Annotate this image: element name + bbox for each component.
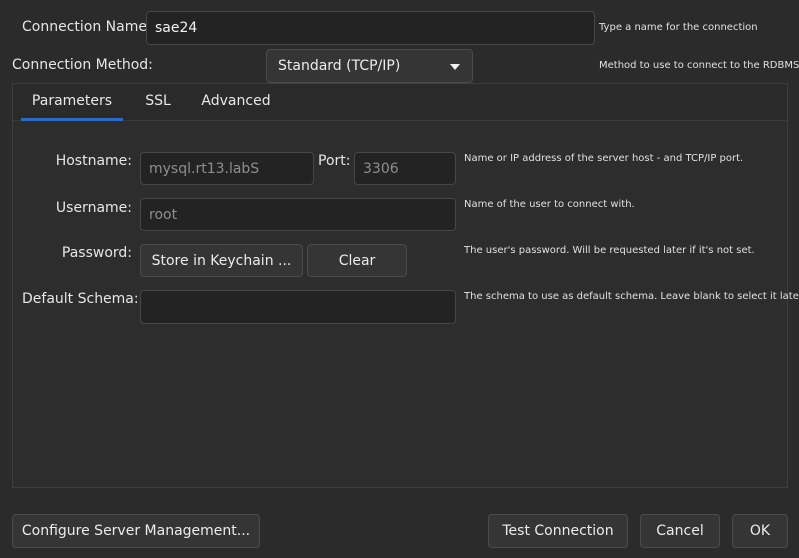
chevron-down-icon	[450, 64, 460, 70]
password-hint: The user's password. Will be requested l…	[464, 245, 755, 256]
hostname-hint: Name or IP address of the server host - …	[464, 153, 744, 164]
hostname-input[interactable]: mysql.rt13.labS	[140, 152, 314, 185]
port-label: Port:	[318, 153, 351, 169]
default-schema-input[interactable]	[140, 290, 456, 324]
hostname-label: Hostname:	[55, 153, 132, 169]
store-in-keychain-button[interactable]: Store in Keychain ...	[140, 244, 303, 277]
connection-method-hint: Method to use to connect to the RDBMS	[599, 60, 799, 71]
connection-method-label: Connection Method:	[12, 57, 153, 73]
tab-ssl[interactable]: SSL	[136, 84, 180, 118]
connection-name-input[interactable]: sae24	[146, 11, 595, 45]
parameters-panel	[12, 83, 788, 488]
default-schema-hint: The schema to use as default schema. Lea…	[464, 291, 799, 302]
connection-name-label: Connection Name:	[22, 19, 152, 35]
clear-password-button[interactable]: Clear	[307, 244, 407, 277]
connection-method-value: Standard (TCP/IP)	[278, 58, 401, 74]
username-input[interactable]: root	[140, 198, 456, 231]
configure-server-management-button[interactable]: Configure Server Management...	[12, 514, 260, 548]
connection-method-select[interactable]: Standard (TCP/IP)	[266, 49, 473, 83]
username-label: Username:	[55, 200, 132, 216]
tab-parameters[interactable]: Parameters	[22, 84, 122, 118]
tab-bar	[13, 84, 787, 121]
default-schema-label: Default Schema:	[22, 291, 139, 307]
tab-advanced[interactable]: Advanced	[196, 84, 276, 118]
password-label: Password:	[61, 245, 132, 261]
username-hint: Name of the user to connect with.	[464, 199, 635, 210]
connection-name-hint: Type a name for the connection	[599, 22, 758, 33]
test-connection-button[interactable]: Test Connection	[488, 514, 628, 548]
cancel-button[interactable]: Cancel	[640, 514, 720, 548]
ok-button[interactable]: OK	[732, 514, 788, 548]
active-tab-indicator	[21, 118, 123, 121]
port-input[interactable]: 3306	[354, 152, 456, 185]
